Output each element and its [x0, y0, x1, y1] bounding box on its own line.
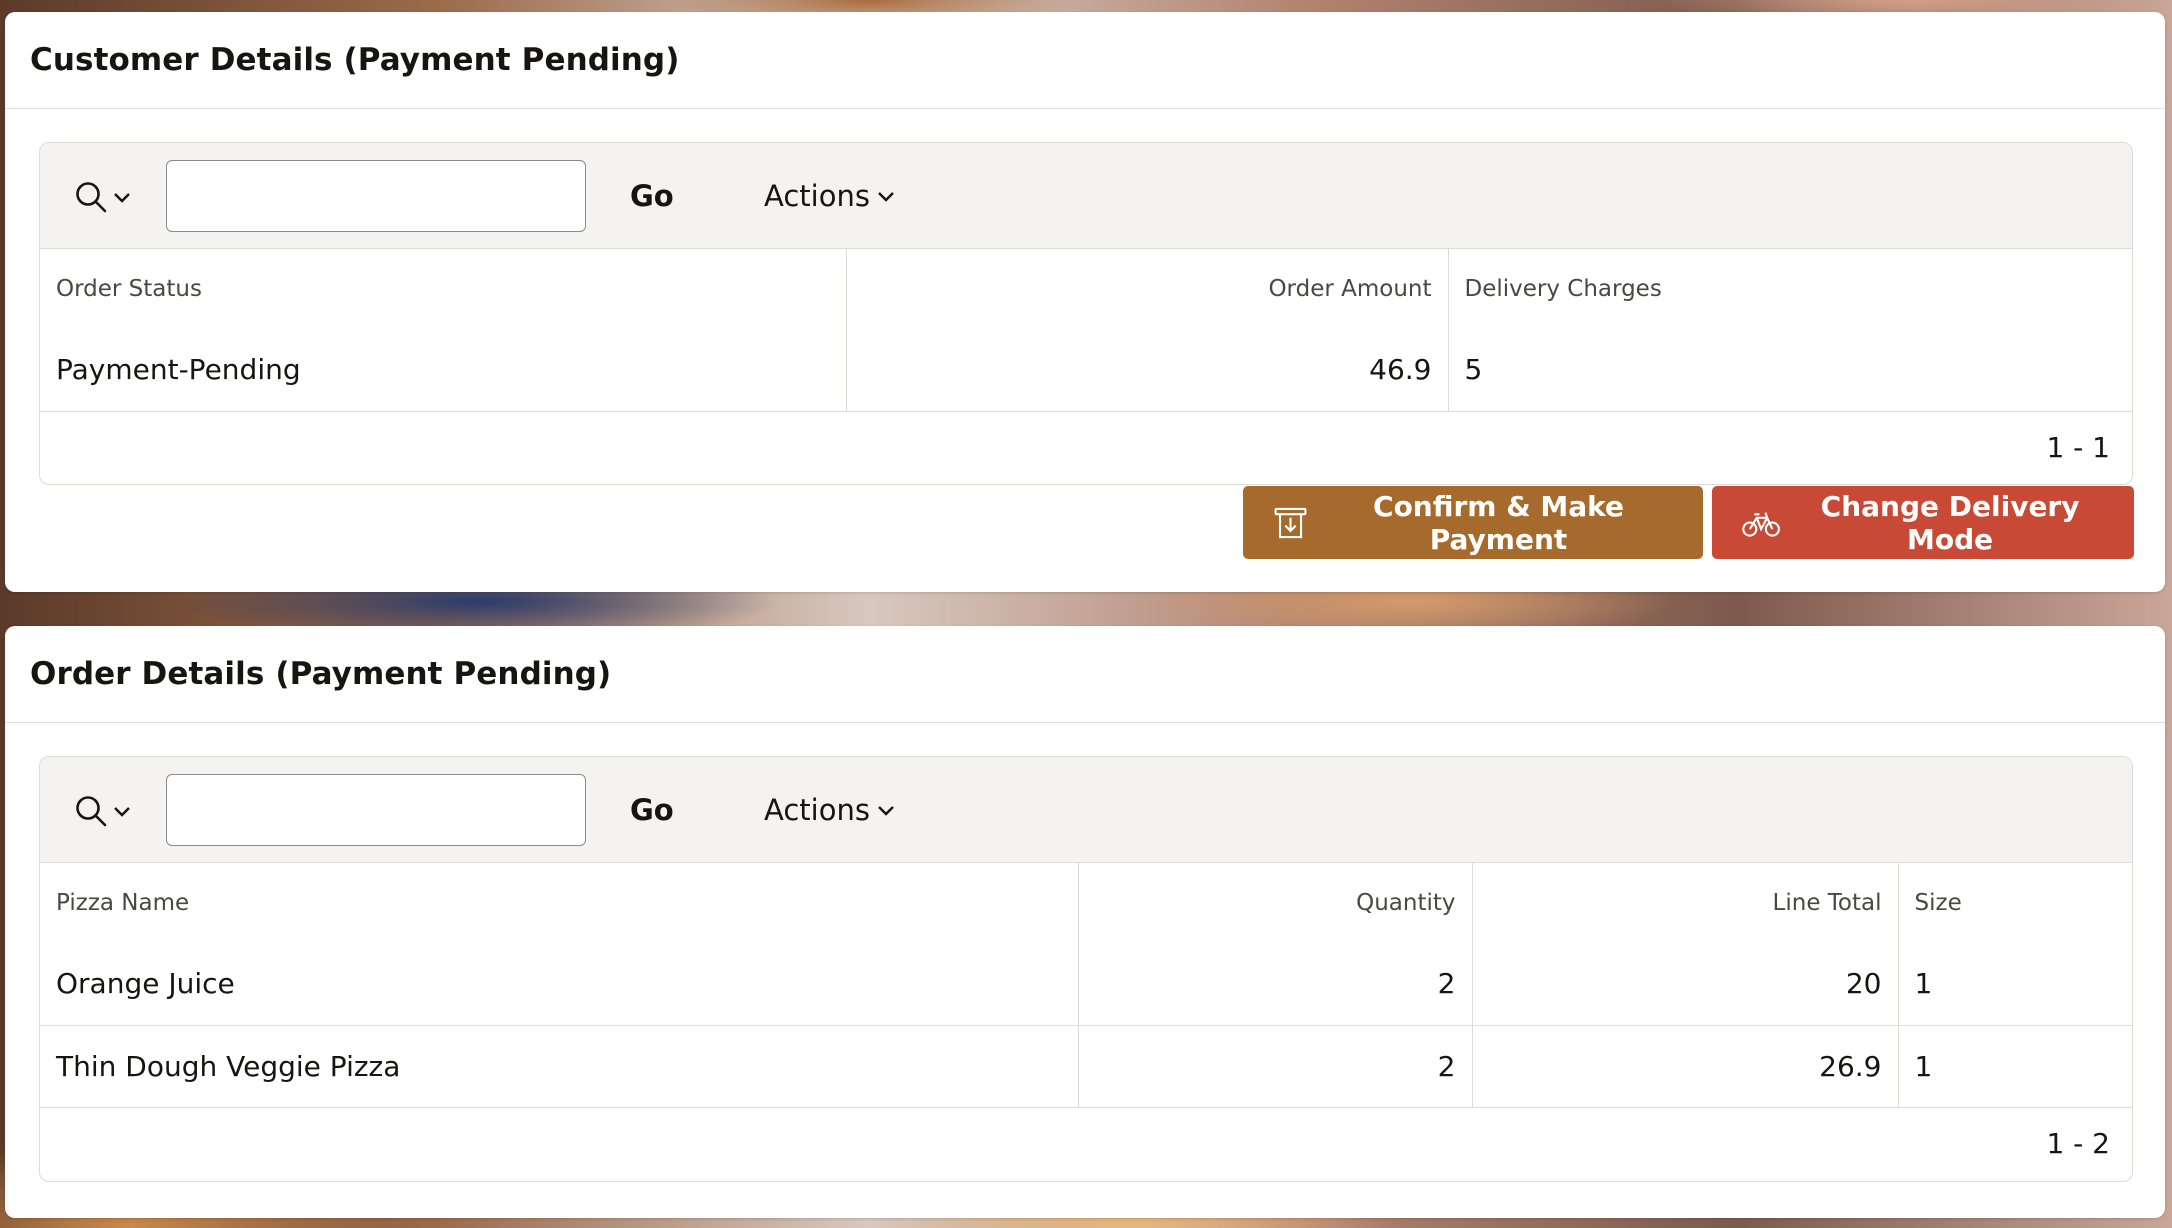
chevron-down-icon: [114, 807, 130, 817]
search-column-toggle[interactable]: [74, 791, 138, 831]
table-row: Thin Dough Veggie Pizza 2 26.9 1: [40, 1025, 2132, 1108]
search-column-toggle[interactable]: [74, 177, 138, 217]
cell-order-status: Payment-Pending: [40, 329, 847, 412]
column-header-size[interactable]: Size: [1898, 863, 2132, 943]
cell-quantity: 2: [1078, 943, 1473, 1026]
customer-report: Go Actions Order Status Order Amount Del…: [39, 142, 2133, 485]
report-toolbar: Go Actions: [40, 757, 2132, 863]
chevron-down-icon: [114, 193, 130, 203]
cell-pizza-name: Orange Juice: [40, 943, 1079, 1026]
actions-label: Actions: [764, 793, 870, 827]
panel-title: Customer Details (Payment Pending): [30, 42, 680, 78]
search-icon: [76, 796, 107, 827]
table-row: Orange Juice 2 20 1: [40, 943, 2132, 1026]
search-input[interactable]: [166, 160, 586, 232]
confirm-payment-label: Confirm & Make Payment: [1373, 489, 1625, 556]
cell-delivery-charges: 5: [1448, 329, 2132, 412]
column-header-order-status[interactable]: Order Status: [40, 249, 847, 329]
cell-pizza-name: Thin Dough Veggie Pizza: [40, 1025, 1079, 1108]
go-button[interactable]: Go: [620, 785, 684, 835]
cell-size: 1: [1898, 943, 2132, 1026]
chevron-down-icon: [878, 806, 894, 816]
order-details-panel: Order Details (Payment Pending) Go Actio…: [5, 626, 2165, 1218]
customer-details-header: Customer Details (Payment Pending): [5, 12, 2165, 109]
column-header-line-total[interactable]: Line Total: [1472, 863, 1899, 943]
order-details-header: Order Details (Payment Pending): [5, 626, 2165, 723]
cell-quantity: 2: [1078, 1025, 1473, 1108]
column-header-order-amount[interactable]: Order Amount: [846, 249, 1449, 329]
cell-line-total: 20: [1472, 943, 1899, 1026]
cell-line-total: 26.9: [1472, 1025, 1899, 1108]
panel-title: Order Details (Payment Pending): [30, 656, 612, 692]
table-row: Payment-Pending 46.9 5: [40, 329, 2132, 412]
bicycle-icon: [1742, 511, 1780, 537]
report-toolbar: Go Actions: [40, 143, 2132, 249]
column-header-delivery-charges[interactable]: Delivery Charges: [1448, 249, 2132, 329]
search-icon: [76, 182, 107, 213]
change-delivery-mode-label: Change Delivery Mode: [1820, 489, 2080, 556]
column-header-pizza-name[interactable]: Pizza Name: [40, 863, 1079, 943]
column-header-quantity[interactable]: Quantity: [1078, 863, 1473, 943]
actions-menu-button[interactable]: Actions: [754, 171, 906, 221]
confirm-payment-button[interactable]: Confirm & Make Payment: [1243, 486, 1703, 559]
payment-icon: [1274, 507, 1307, 538]
go-button[interactable]: Go: [620, 171, 684, 221]
panel-buttons: Confirm & Make Payment Change Delivery M…: [1243, 486, 2134, 559]
order-report: Go Actions Pizza Name Quantity Line Tota…: [39, 756, 2133, 1182]
order-table: Pizza Name Quantity Line Total Size Oran…: [40, 863, 2132, 1108]
chevron-down-icon: [878, 192, 894, 202]
actions-menu-button[interactable]: Actions: [754, 785, 906, 835]
cell-size: 1: [1898, 1025, 2132, 1108]
change-delivery-mode-button[interactable]: Change Delivery Mode: [1712, 486, 2134, 559]
customer-details-panel: Customer Details (Payment Pending) Go Ac…: [5, 12, 2165, 592]
actions-label: Actions: [764, 179, 870, 213]
cell-order-amount: 46.9: [846, 329, 1449, 412]
pagination: 1 - 2: [2046, 1127, 2110, 1160]
search-input[interactable]: [166, 774, 586, 846]
pagination: 1 - 1: [2046, 431, 2110, 464]
customer-table: Order Status Order Amount Delivery Charg…: [40, 249, 2132, 412]
